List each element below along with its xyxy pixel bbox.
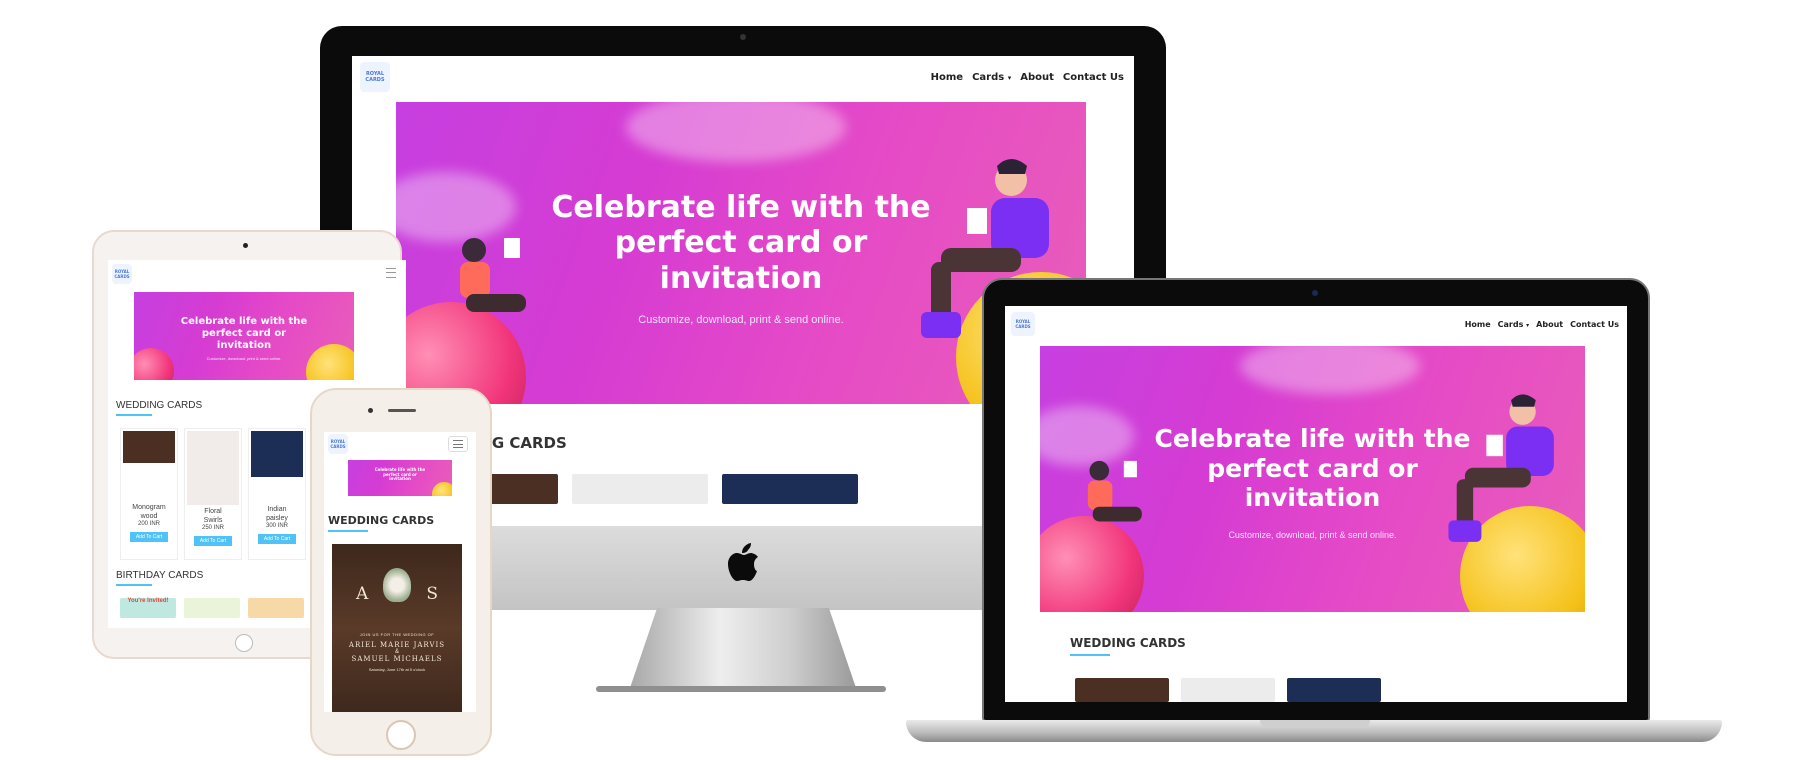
section-underline (328, 530, 368, 532)
product-card-floral: Floral Swirls 250 INR Add To Cart (184, 428, 242, 560)
section-underline (116, 584, 152, 586)
yellow-ball-illustration (432, 482, 452, 496)
nav-home[interactable]: Home (931, 72, 963, 83)
nav-cards-dropdown[interactable]: Cards ▾ (1498, 320, 1530, 329)
phone-home-button[interactable] (386, 720, 416, 750)
card-thumb-paisley[interactable] (722, 474, 858, 504)
hero-title: Celebrate life with the perfect card or … (374, 467, 426, 482)
cloud-decoration (1240, 346, 1420, 394)
wedding-section-title: WEDDING CARDS (328, 514, 435, 527)
laptop-device: ROYAL CARDS Home Cards ▾ About Contact U… (982, 278, 1650, 722)
site-logo[interactable]: ROYAL CARDS (328, 434, 348, 454)
phone-speaker (388, 409, 416, 412)
tablet-home-button[interactable] (235, 634, 253, 652)
nav-about[interactable]: About (1536, 320, 1563, 329)
hamburger-menu-icon[interactable] (448, 436, 468, 452)
add-to-cart-button[interactable]: Add To Cart (130, 531, 168, 542)
hero-title: Celebrate life with the perfect card or … (551, 190, 931, 296)
navbar: Home Cards ▾ About Contact Us (931, 72, 1124, 83)
caret-down-icon: ▾ (1007, 74, 1012, 82)
birthday-section-title: BIRTHDAY CARDS (116, 570, 204, 581)
birthday-thumb[interactable]: You're Invited! (120, 598, 176, 618)
product-card-paisley: Indian paisley 300 INR Add To Cart (248, 428, 306, 560)
card-thumb-paisley[interactable] (1287, 678, 1381, 702)
phone-device: ROYAL CARDS Celebrate life with the perf… (310, 388, 492, 756)
imac-stand-base (596, 686, 886, 692)
card-thumb-wood[interactable] (1075, 678, 1169, 702)
laptop-camera (1312, 290, 1318, 296)
nav-cards-dropdown[interactable]: Cards ▾ (972, 72, 1011, 83)
nav-about[interactable]: About (1020, 72, 1054, 83)
hero-subtitle: Customize, download, print & send online… (206, 356, 282, 361)
apple-logo-icon (728, 543, 758, 581)
tablet-camera (243, 243, 248, 248)
card-thumb-floral[interactable] (572, 474, 708, 504)
laptop-base (906, 720, 1722, 742)
card-image[interactable] (251, 431, 303, 477)
laptop-notch (1260, 720, 1370, 728)
pink-ball-illustration (134, 348, 174, 380)
imac-stand (630, 608, 856, 688)
cloud-decoration (626, 102, 846, 162)
imac-camera (740, 34, 746, 40)
site-logo[interactable]: ROYAL CARDS (112, 264, 132, 284)
navbar: Home Cards ▾ About Contact Us (1465, 320, 1619, 329)
phone-screen: ROYAL CARDS Celebrate life with the perf… (324, 432, 476, 712)
product-card-monogram: Monogram wood 200 INR Add To Cart (120, 428, 178, 560)
hamburger-menu-icon[interactable] (386, 268, 396, 278)
card-image[interactable] (187, 431, 239, 505)
laptop-screen: ROYAL CARDS Home Cards ▾ About Contact U… (1005, 306, 1627, 702)
featured-card-monogram-wood[interactable]: A S JOIN US FOR THE WEDDING OF ARIEL MAR… (332, 544, 462, 712)
hero-title: Celebrate life with the perfect card or … (180, 316, 308, 351)
hero-subtitle: Customize, download, print & send online… (1228, 530, 1397, 540)
hero-banner: Celebrate life with the perfect card or … (1040, 346, 1585, 612)
birthday-thumb[interactable] (184, 598, 240, 618)
site-logo[interactable]: ROYAL CARDS (1011, 312, 1035, 336)
hero-title: Celebrate life with the perfect card or … (1154, 424, 1471, 512)
card-image[interactable] (123, 431, 175, 463)
section-underline (116, 414, 152, 416)
add-to-cart-button[interactable]: Add To Cart (194, 535, 232, 546)
phone-camera (368, 408, 373, 413)
wedding-section-title: WEDDING CARDS (116, 400, 203, 411)
wedding-section-title: WEDDING CARDS (1070, 636, 1186, 650)
add-to-cart-button[interactable]: Add To Cart (258, 533, 296, 544)
caret-down-icon: ▾ (1526, 322, 1530, 329)
nav-contact[interactable]: Contact Us (1570, 320, 1619, 329)
section-underline (1070, 654, 1110, 656)
nav-home[interactable]: Home (1465, 320, 1491, 329)
hero-banner: Celebrate life with the perfect card or … (348, 460, 452, 496)
hero-banner: Celebrate life with the perfect card or … (134, 292, 354, 380)
site-logo[interactable]: ROYAL CARDS (360, 62, 390, 92)
nav-contact[interactable]: Contact Us (1063, 72, 1124, 83)
birthday-thumb[interactable] (248, 598, 304, 618)
card-thumb-floral[interactable] (1181, 678, 1275, 702)
